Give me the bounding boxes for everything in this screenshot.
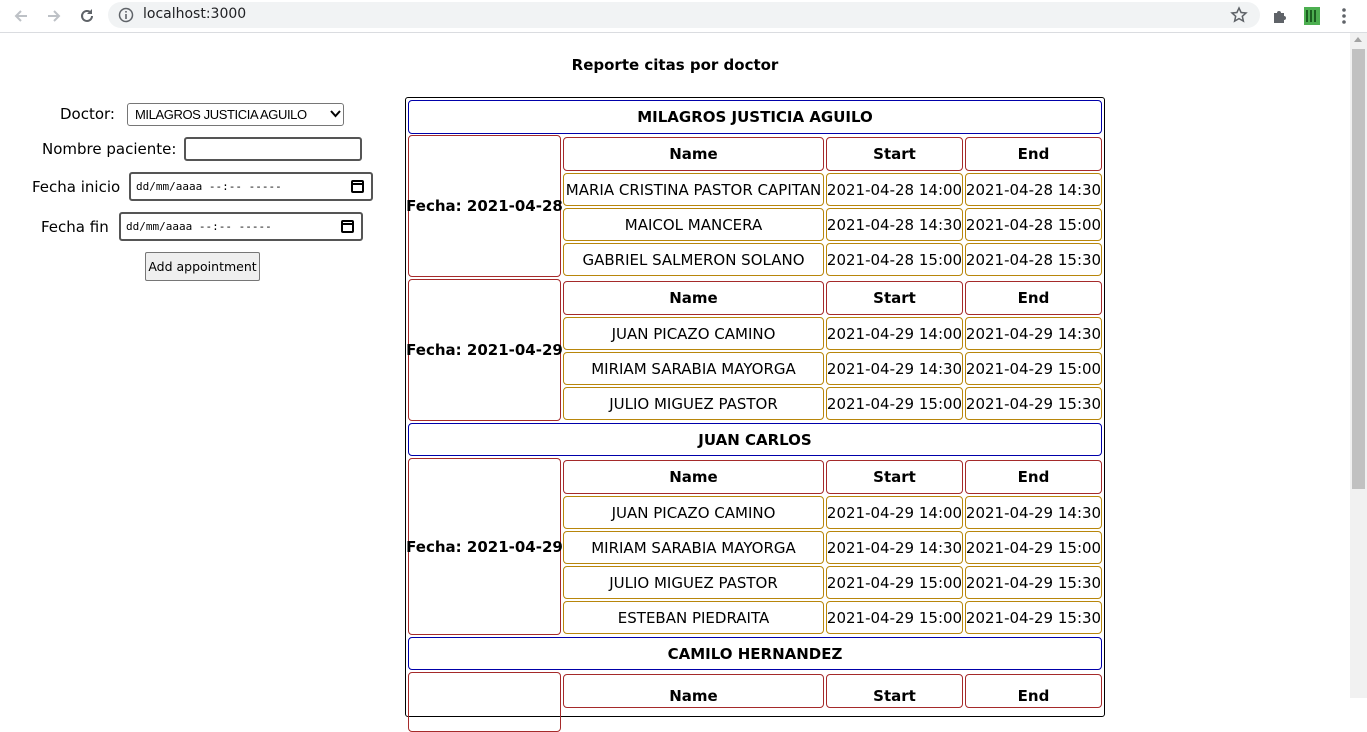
start-date-label: Fecha inicio	[32, 178, 121, 196]
address-bar[interactable]: localhost:3000	[108, 2, 1260, 28]
start-time-cell: 2021-04-29 14:00	[826, 317, 963, 350]
end-date-input[interactable]: dd/mm/aaaa --:-- -----	[119, 212, 363, 241]
date-cell	[408, 672, 561, 732]
browser-menu-icon[interactable]	[1332, 4, 1356, 28]
add-appointment-button[interactable]: Add appointment	[145, 252, 260, 281]
start-time-cell: 2021-04-28 14:00	[826, 173, 963, 206]
doctor-select[interactable]: MILAGROS JUSTICIA AGUILO	[127, 103, 344, 126]
patient-name-cell: JULIO MIGUEZ PASTOR	[563, 387, 824, 420]
patient-name-cell: MIRIAM SARABIA MAYORGA	[563, 352, 824, 385]
start-time-cell: 2021-04-28 14:30	[826, 208, 963, 241]
reload-icon[interactable]	[75, 4, 99, 28]
start-time-cell: 2021-04-28 15:00	[826, 243, 963, 276]
start-time-cell: 2021-04-29 15:00	[826, 566, 963, 599]
calendar-icon[interactable]	[351, 180, 364, 193]
start-time-cell: 2021-04-29 14:30	[826, 352, 963, 385]
browser-toolbar: localhost:3000	[0, 0, 1367, 33]
patient-name-cell: JUAN PICAZO CAMINO	[563, 496, 824, 529]
doctor-header: MILAGROS JUSTICIA AGUILO	[408, 100, 1102, 134]
column-header-end: End	[965, 460, 1102, 494]
start-time-cell: 2021-04-29 14:30	[826, 531, 963, 564]
doctor-select-value: MILAGROS JUSTICIA AGUILO	[135, 107, 307, 122]
end-time-cell: 2021-04-28 15:30	[965, 243, 1102, 276]
calendar-icon[interactable]	[341, 220, 354, 233]
start-date-input[interactable]: dd/mm/aaaa --:-- -----	[129, 172, 373, 201]
column-header-name: Name	[563, 460, 824, 494]
patient-name-cell: MIRIAM SARABIA MAYORGA	[563, 531, 824, 564]
patient-name-cell: JUAN PICAZO CAMINO	[563, 317, 824, 350]
column-header-name: Name	[563, 137, 824, 171]
extension-app-icon[interactable]	[1300, 4, 1324, 28]
end-time-cell: 2021-04-29 15:00	[965, 352, 1102, 385]
start-time-cell: 2021-04-29 15:00	[826, 387, 963, 420]
column-header-name: Name	[563, 281, 824, 315]
start-time-cell: 2021-04-29 15:00	[826, 601, 963, 634]
doctor-header: JUAN CARLOS	[408, 423, 1102, 456]
end-time-cell: 2021-04-28 14:30	[965, 173, 1102, 206]
back-arrow-icon[interactable]	[9, 4, 33, 28]
end-time-cell: 2021-04-29 15:30	[965, 601, 1102, 634]
end-time-cell: 2021-04-29 15:30	[965, 387, 1102, 420]
start-date-placeholder: dd/mm/aaaa --:-- -----	[136, 180, 282, 193]
patient-name-cell: ESTEBAN PIEDRAITA	[563, 601, 824, 634]
scroll-thumb[interactable]	[1352, 49, 1365, 489]
column-header-end: End	[965, 137, 1102, 171]
page-scrollbar[interactable]	[1350, 33, 1367, 698]
date-cell: Fecha: 2021-04-28	[406, 135, 563, 277]
end-time-cell: 2021-04-29 15:00	[965, 531, 1102, 564]
column-header-start: Start	[826, 137, 963, 171]
column-header-start: Start	[826, 674, 963, 708]
date-cell: Fecha: 2021-04-29	[406, 458, 563, 635]
patient-label: Nombre paciente:	[42, 140, 177, 158]
column-header-end: End	[965, 674, 1102, 708]
end-time-cell: 2021-04-28 15:00	[965, 208, 1102, 241]
end-time-cell: 2021-04-29 14:30	[965, 317, 1102, 350]
patient-name-input[interactable]	[184, 137, 362, 161]
patient-name-cell: GABRIEL SALMERON SOLANO	[563, 243, 824, 276]
date-cell: Fecha: 2021-04-29	[406, 279, 563, 421]
info-icon[interactable]	[118, 7, 134, 27]
patient-name-cell: MAICOL MANCERA	[563, 208, 824, 241]
url-text: localhost:3000	[143, 6, 247, 22]
report-table: MILAGROS JUSTICIA AGUILO Fecha: 2021-04-…	[405, 97, 1105, 732]
scroll-up-arrow-icon[interactable]	[1354, 37, 1362, 42]
end-time-cell: 2021-04-29 15:30	[965, 566, 1102, 599]
end-date-label: Fecha fin	[41, 218, 109, 236]
doctor-header: CAMILO HERNANDEZ	[408, 637, 1102, 670]
start-time-cell: 2021-04-29 14:00	[826, 496, 963, 529]
patient-name-cell: JULIO MIGUEZ PASTOR	[563, 566, 824, 599]
bookmark-star-icon[interactable]	[1230, 6, 1248, 28]
chevron-down-icon	[327, 109, 343, 121]
patient-name-cell: MARIA CRISTINA PASTOR CAPITAN	[563, 173, 824, 206]
page-title: Reporte citas por doctor	[571, 56, 779, 74]
extensions-puzzle-icon[interactable]	[1268, 4, 1292, 28]
column-header-start: Start	[826, 460, 963, 494]
forward-arrow-icon[interactable]	[42, 4, 66, 28]
doctor-label: Doctor:	[60, 105, 115, 123]
end-date-placeholder: dd/mm/aaaa --:-- -----	[126, 220, 272, 233]
column-header-start: Start	[826, 281, 963, 315]
column-header-name: Name	[563, 674, 824, 708]
end-time-cell: 2021-04-29 14:30	[965, 496, 1102, 529]
column-header-end: End	[965, 281, 1102, 315]
